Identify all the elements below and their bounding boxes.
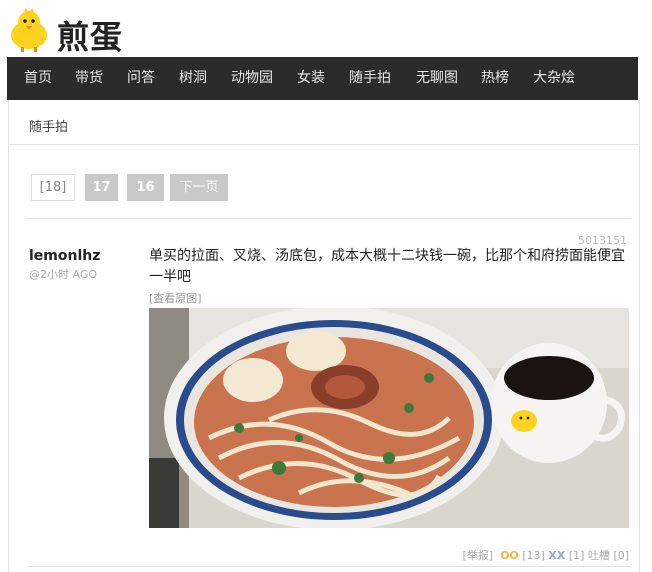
ramen-photo[interactable] — [149, 308, 629, 528]
post-author: lemonlhz — [29, 248, 101, 264]
site-header: 煎蛋 — [0, 0, 652, 57]
nav-item-hot[interactable]: 热榜 — [481, 57, 509, 100]
nav-item-qa[interactable]: 问答 — [127, 57, 155, 100]
site-brand[interactable]: 煎蛋 — [57, 12, 123, 58]
nav-item-goods[interactable]: 带货 — [75, 57, 103, 100]
page-17-button[interactable]: 17 — [85, 174, 118, 201]
nav-item-fashion[interactable]: 女装 — [297, 57, 325, 100]
nav-item-pics[interactable]: 无聊图 — [416, 57, 458, 100]
post-actions: [举报] OO [13] XX [1] 吐槽 [0] — [462, 547, 629, 563]
next-page-button[interactable]: 下一页 — [170, 174, 228, 201]
chick-logo-icon[interactable] — [6, 8, 52, 52]
divider — [27, 218, 631, 219]
divider — [9, 144, 639, 145]
comments-link[interactable]: 吐槽 [0] — [588, 549, 629, 562]
nav-item-treehole[interactable]: 树洞 — [179, 57, 207, 100]
xx-count: [1] — [568, 549, 585, 562]
oo-vote-button[interactable]: OO — [500, 549, 519, 562]
nav-item-snapshots[interactable]: 随手拍 — [349, 57, 391, 100]
oo-count: [13] — [522, 549, 545, 562]
view-original-link[interactable]: [查看原图] — [149, 290, 202, 306]
main-nav: 首页 带货 问答 树洞 动物园 女装 随手拍 无聊图 热榜 大杂烩 — [7, 57, 638, 100]
report-link[interactable]: [举报] — [462, 549, 493, 562]
divider — [27, 566, 631, 567]
post-text: 单买的拉面、叉烧、汤底包，成本大概十二块钱一碗，比那个和府捞面能便宜一半吧 — [149, 248, 625, 285]
nav-item-home[interactable]: 首页 — [24, 57, 52, 100]
nav-item-misc[interactable]: 大杂烩 — [533, 57, 575, 100]
xx-vote-button[interactable]: XX — [548, 549, 565, 562]
page-current: [18] — [31, 174, 75, 201]
breadcrumb[interactable]: 随手拍 — [29, 116, 68, 135]
post-time: @2小时 AGO — [29, 268, 98, 281]
page-16-button[interactable]: 16 — [127, 174, 164, 201]
nav-item-zoo[interactable]: 动物园 — [231, 57, 273, 100]
content-panel: 随手拍 [18] 17 16 下一页 5013151 lemonlhz @2小时… — [8, 100, 640, 572]
